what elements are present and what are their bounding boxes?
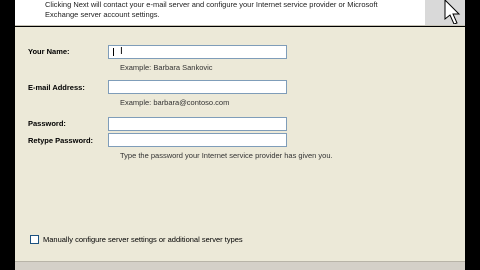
your-name-label: Your Name: [28, 47, 70, 56]
mouse-pointer-icon [444, 0, 461, 24]
password-label: Password: [28, 119, 66, 128]
manual-config-checkbox[interactable] [30, 235, 39, 244]
email-address-input[interactable] [108, 80, 287, 94]
header-description: Clicking Next will contact your e-mail s… [45, 0, 435, 20]
account-settings-form: Your Name: I Example: Barbara Sankovic E… [15, 27, 465, 261]
email-address-label: E-mail Address: [28, 83, 85, 92]
wizard-button-bar [15, 261, 465, 270]
retype-password-label: Retype Password: [28, 136, 94, 145]
left-letterbox [0, 0, 15, 270]
text-caret [113, 48, 114, 56]
password-input[interactable] [108, 117, 287, 131]
manual-config-label[interactable]: Manually configure server settings or ad… [43, 235, 243, 244]
wizard-header: Clicking Next will contact your e-mail s… [15, 0, 465, 26]
retype-password-input[interactable] [108, 133, 287, 147]
header-line-1: Clicking Next will contact your e-mail s… [45, 0, 378, 9]
email-address-example: Example: barbara@contoso.com [120, 98, 230, 107]
right-letterbox [465, 0, 480, 270]
your-name-example: Example: Barbara Sankovic [120, 63, 213, 72]
header-line-2: Exchange server account settings. [45, 10, 160, 19]
ibeam-cursor-icon: I [120, 46, 123, 57]
your-name-input[interactable]: I [108, 45, 287, 59]
password-hint: Type the password your Internet service … [120, 151, 333, 160]
